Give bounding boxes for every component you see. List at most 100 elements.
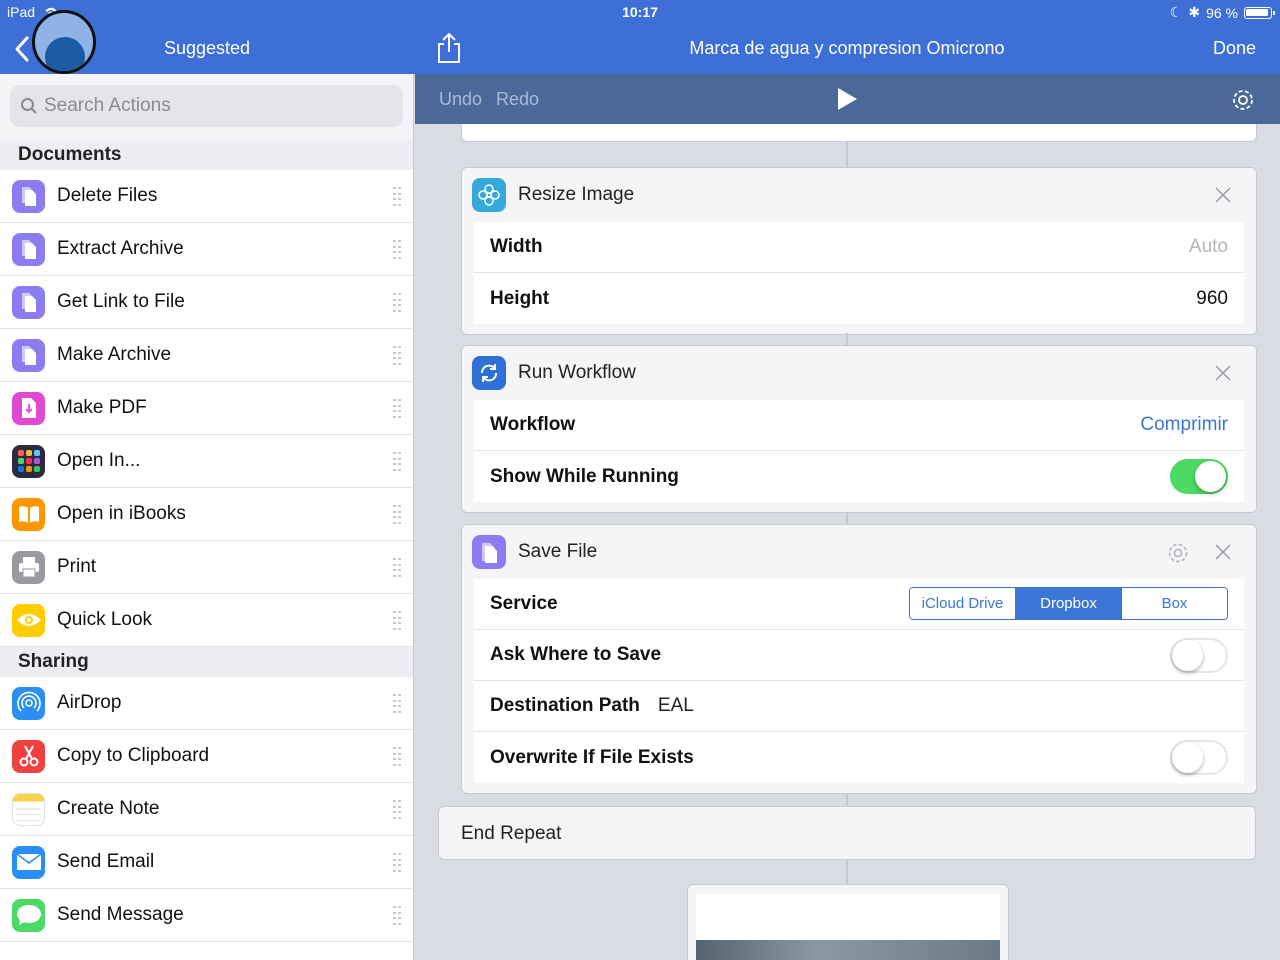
height-label: Height bbox=[490, 287, 550, 309]
action-item-label: Print bbox=[57, 556, 97, 577]
action-item[interactable]: Extract Archive bbox=[0, 223, 413, 276]
action-item[interactable]: Create Note bbox=[0, 783, 413, 836]
action-item-label: Open in iBooks bbox=[57, 503, 186, 524]
card-header: Resize Image bbox=[462, 168, 1256, 222]
close-icon[interactable] bbox=[1214, 186, 1232, 204]
connector-line bbox=[846, 860, 848, 884]
image-preview-card[interactable] bbox=[687, 884, 1009, 960]
action-item[interactable]: Get Link to File bbox=[0, 276, 413, 329]
drag-handle-icon[interactable] bbox=[393, 694, 401, 714]
card-header: Run Workflow bbox=[462, 346, 1256, 400]
ask-where-label: Ask Where to Save bbox=[490, 644, 662, 665]
document-icon bbox=[12, 179, 45, 213]
service-row: Service iCloud Drive Dropbox Box bbox=[474, 579, 1244, 630]
action-item[interactable]: Print bbox=[0, 541, 413, 594]
action-item[interactable]: Quick Look bbox=[0, 594, 413, 647]
editor-toolbar: Undo Redo bbox=[415, 74, 1280, 124]
workflow-label: Workflow bbox=[490, 414, 576, 435]
run-workflow-card[interactable]: Run Workflow Workflow Comprimir Show Whi… bbox=[461, 345, 1257, 513]
gear-icon[interactable] bbox=[1230, 87, 1256, 113]
action-item-label: Send Email bbox=[57, 851, 155, 872]
workflow-value[interactable]: Comprimir bbox=[1140, 414, 1228, 436]
show-while-running-toggle[interactable] bbox=[1170, 459, 1228, 494]
card-title: Resize Image bbox=[518, 184, 635, 205]
action-item[interactable]: Send Message bbox=[0, 889, 413, 942]
drag-handle-icon[interactable] bbox=[393, 240, 401, 260]
refresh-icon bbox=[472, 356, 506, 390]
drag-handle-icon[interactable] bbox=[393, 800, 401, 820]
top-bar: iPad 10:17 ☾ ✱ 96 % Suggested Marca de a… bbox=[0, 0, 1280, 74]
ask-where-toggle[interactable] bbox=[1170, 638, 1228, 673]
connector-line bbox=[846, 512, 848, 524]
drag-handle-icon[interactable] bbox=[393, 747, 401, 767]
moon-icon: ☾ bbox=[1169, 4, 1183, 20]
toggle-knob bbox=[1195, 461, 1226, 492]
width-row[interactable]: Width Auto bbox=[474, 222, 1244, 273]
action-item-label: Send Message bbox=[57, 904, 184, 925]
service-segmented-control[interactable]: iCloud Drive Dropbox Box bbox=[909, 587, 1228, 620]
action-item[interactable]: Send Email bbox=[0, 836, 413, 889]
drag-handle-icon[interactable] bbox=[393, 505, 401, 525]
action-item[interactable]: Open In... bbox=[0, 435, 413, 488]
actions-list: Documents Delete Files Extract Archive Get … bbox=[0, 140, 413, 942]
sidebar-title: Suggested bbox=[163, 38, 251, 58]
workflow-canvas: Resize Image Width Auto Height 960 Run W… bbox=[415, 124, 1280, 960]
drag-handle-icon[interactable] bbox=[393, 452, 401, 472]
toggle-knob bbox=[1172, 640, 1203, 671]
battery-icon bbox=[1244, 6, 1275, 19]
drag-handle-icon[interactable] bbox=[393, 293, 401, 313]
book-icon bbox=[12, 497, 45, 531]
service-option[interactable]: Dropbox bbox=[1016, 588, 1122, 619]
card-title: Save File bbox=[518, 541, 598, 562]
action-item[interactable]: Delete Files bbox=[0, 170, 413, 223]
drag-handle-icon[interactable] bbox=[393, 558, 401, 578]
redo-button[interactable]: Redo bbox=[496, 89, 539, 110]
action-item-label: Open In... bbox=[57, 450, 141, 471]
drag-handle-icon[interactable] bbox=[393, 187, 401, 207]
width-value[interactable]: Auto bbox=[1189, 236, 1228, 258]
drag-handle-icon[interactable] bbox=[393, 399, 401, 419]
drag-handle-icon[interactable] bbox=[393, 611, 401, 631]
height-value[interactable]: 960 bbox=[1196, 288, 1228, 310]
close-icon[interactable] bbox=[1214, 543, 1232, 561]
search-input[interactable]: Search Actions bbox=[10, 85, 403, 127]
gear-icon[interactable] bbox=[1166, 541, 1190, 565]
action-item[interactable]: Make Archive bbox=[0, 329, 413, 382]
action-item-label: AirDrop bbox=[57, 692, 122, 713]
toggle-knob bbox=[1172, 742, 1203, 773]
airdrop-icon bbox=[12, 686, 45, 720]
close-icon[interactable] bbox=[1214, 364, 1232, 382]
height-row[interactable]: Height 960 bbox=[474, 273, 1244, 324]
overwrite-toggle[interactable] bbox=[1170, 740, 1228, 775]
service-label: Service bbox=[490, 593, 558, 614]
drag-handle-icon[interactable] bbox=[393, 853, 401, 873]
overwrite-label: Overwrite If File Exists bbox=[490, 746, 694, 768]
action-item-label: Make PDF bbox=[57, 397, 147, 418]
action-item[interactable]: Copy to Clipboard bbox=[0, 730, 413, 783]
action-item[interactable]: Open in iBooks bbox=[0, 488, 413, 541]
done-button[interactable]: Done bbox=[1213, 38, 1256, 59]
section-header: Documents bbox=[0, 140, 413, 170]
document-icon bbox=[12, 232, 45, 266]
action-item[interactable]: Make PDF bbox=[0, 382, 413, 435]
end-repeat-block[interactable]: End Repeat bbox=[438, 806, 1256, 860]
actions-sidebar: Search Actions Documents Delete Files Extr… bbox=[0, 74, 414, 960]
workflow-row[interactable]: Workflow Comprimir bbox=[474, 400, 1244, 451]
overwrite-row: Overwrite If File Exists bbox=[474, 732, 1244, 783]
drag-handle-icon[interactable] bbox=[393, 906, 401, 926]
destination-path-value[interactable]: EAL bbox=[658, 695, 694, 717]
previous-action-card-bottom bbox=[461, 124, 1257, 142]
status-right: ☾ ✱ 96 % bbox=[1169, 4, 1275, 21]
service-option[interactable]: Box bbox=[1122, 588, 1227, 619]
action-item[interactable]: AirDrop bbox=[0, 677, 413, 730]
save-file-card[interactable]: Save File Service iCloud Drive Dropbox Box… bbox=[461, 524, 1257, 794]
action-item-label: Make Archive bbox=[57, 344, 172, 365]
service-option[interactable]: iCloud Drive bbox=[910, 588, 1016, 619]
drag-handle-icon[interactable] bbox=[393, 346, 401, 366]
note-icon bbox=[12, 792, 45, 826]
play-icon[interactable] bbox=[836, 87, 858, 111]
destination-path-row[interactable]: Destination Path EAL bbox=[474, 681, 1244, 732]
resize-image-card[interactable]: Resize Image Width Auto Height 960 bbox=[461, 167, 1257, 335]
action-item-label: Delete Files bbox=[57, 185, 158, 206]
undo-button[interactable]: Undo bbox=[439, 89, 482, 110]
